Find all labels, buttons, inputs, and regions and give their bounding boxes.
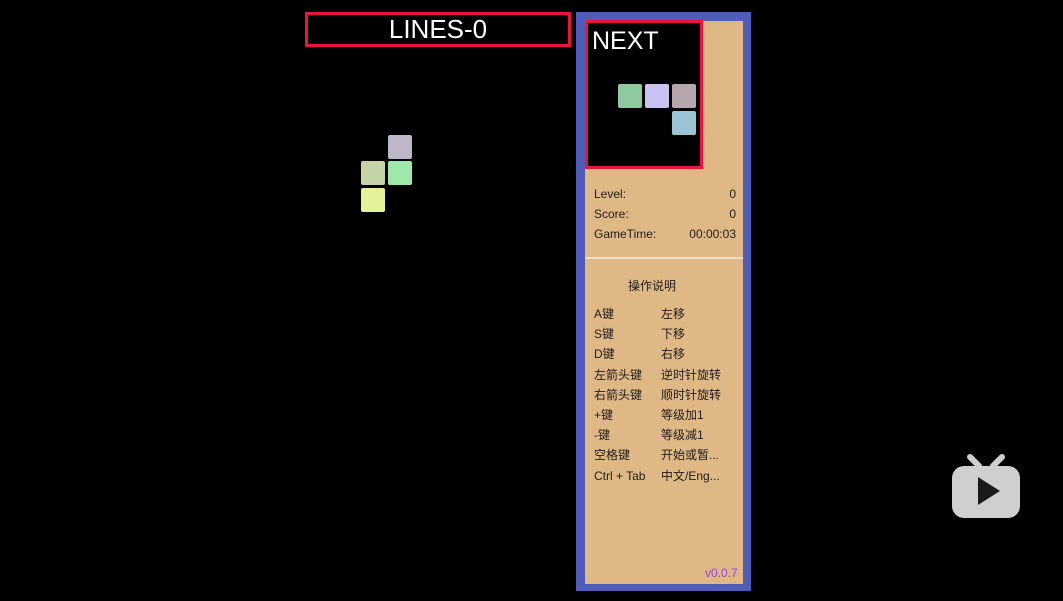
help-row: +键 等级加1 <box>594 407 736 427</box>
lines-label: LINES-0 <box>388 14 488 44</box>
stats-panel: Level: 0 Score: 0 GameTime: 00:00:03 <box>594 186 736 246</box>
help-row: A键 左移 <box>594 306 736 326</box>
next-piece-preview: NEXT <box>585 20 703 169</box>
next-piece-block <box>618 84 642 108</box>
lines-counter: LINES-0 <box>305 12 571 47</box>
help-key: D键 <box>594 347 615 362</box>
help-list: A键 左移 S键 下移 D键 右移 左箭头键 逆时针旋转 右箭头键 顺时针旋转 … <box>594 306 736 488</box>
gametime-value: 00:00:03 <box>689 227 736 241</box>
help-action: 左移 <box>661 307 686 321</box>
falling-piece-block <box>361 161 385 185</box>
help-title: 操作说明 <box>627 279 676 293</box>
gametime-label: GameTime: <box>594 227 657 241</box>
help-action: 中文/Eng... <box>661 468 720 483</box>
level-row: Level: 0 <box>594 186 736 206</box>
level-label: Level: <box>594 187 627 201</box>
help-key: S键 <box>594 327 615 342</box>
help-row: 右箭头键 顺时针旋转 <box>594 387 736 407</box>
help-row: 左箭头键 逆时针旋转 <box>594 367 736 387</box>
help-row: Ctrl + Tab 中文/Eng... <box>594 468 736 488</box>
help-row: 空格键 开始或暂... <box>594 447 736 467</box>
help-row: -键 等级减1 <box>594 427 736 447</box>
help-action: 等级加1 <box>661 407 704 422</box>
next-piece-block <box>672 84 696 108</box>
help-key: 左箭头键 <box>594 367 643 382</box>
score-value: 0 <box>729 207 736 221</box>
score-label: Score: <box>594 207 629 221</box>
help-key: A键 <box>594 307 615 321</box>
falling-piece-block <box>388 135 412 159</box>
help-key: 空格键 <box>594 448 631 463</box>
help-action: 右移 <box>661 347 686 362</box>
score-row: Score: 0 <box>594 206 736 226</box>
next-piece-block <box>672 111 696 135</box>
gametime-row: GameTime: 00:00:03 <box>594 226 736 246</box>
help-action: 顺时针旋转 <box>661 387 722 402</box>
help-row: D键 右移 <box>594 346 736 366</box>
divider <box>585 257 743 259</box>
version-label: v0.0.7 <box>705 566 738 580</box>
help-key: +键 <box>594 407 614 422</box>
next-label: NEXT <box>592 27 659 55</box>
next-piece-block <box>645 84 669 108</box>
help-key: Ctrl + Tab <box>594 468 646 483</box>
falling-piece-block <box>361 188 385 212</box>
falling-piece-block <box>388 161 412 185</box>
help-action: 下移 <box>661 327 686 342</box>
help-key: 右箭头键 <box>594 387 643 402</box>
video-play-icon <box>952 454 1020 518</box>
help-action: 开始或暂... <box>661 448 720 463</box>
help-action: 等级减1 <box>661 428 704 443</box>
level-value: 0 <box>729 187 736 201</box>
help-action: 逆时针旋转 <box>661 367 722 382</box>
help-key: -键 <box>594 428 610 443</box>
help-row: S键 下移 <box>594 326 736 346</box>
